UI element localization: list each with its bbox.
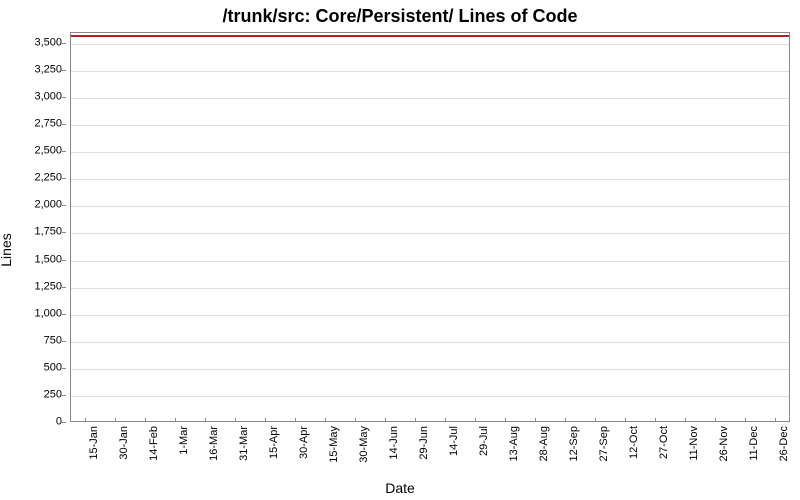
y-tick-mark: [62, 151, 66, 152]
x-tick-mark: [145, 418, 146, 422]
y-tick-mark: [62, 124, 66, 125]
x-tick-label: 29-Jun: [419, 426, 430, 460]
x-tick-label: 11-Nov: [689, 426, 700, 461]
x-tick-mark: [295, 418, 296, 422]
x-tick-mark: [415, 418, 416, 422]
gridline: [71, 233, 789, 234]
y-tick-label: 2,750: [34, 119, 62, 130]
y-tick-mark: [62, 287, 66, 288]
x-tick-label: 12-Sep: [569, 426, 580, 461]
x-tick-mark: [325, 418, 326, 422]
x-tick-mark: [685, 418, 686, 422]
x-tick-label: 15-Jan: [89, 426, 100, 460]
gridline: [71, 98, 789, 99]
series-line: [71, 35, 789, 37]
gridline: [71, 71, 789, 72]
x-tick-label: 13-Aug: [509, 426, 520, 461]
y-tick-mark: [62, 260, 66, 261]
y-tick-label: 3,250: [34, 64, 62, 75]
y-tick-label: 750: [44, 335, 62, 346]
x-tick-mark: [595, 418, 596, 422]
gridline: [71, 152, 789, 153]
x-tick-label: 28-Aug: [539, 426, 550, 461]
gridline: [71, 288, 789, 289]
gridline: [71, 125, 789, 126]
x-tick-label: 27-Sep: [599, 426, 610, 461]
x-tick-mark: [775, 418, 776, 422]
y-tick-mark: [62, 341, 66, 342]
x-tick-mark: [625, 418, 626, 422]
x-tick-label: 26-Nov: [719, 426, 730, 461]
x-tick-label: 27-Oct: [659, 426, 670, 459]
x-tick-label: 31-Mar: [239, 426, 250, 461]
x-tick-mark: [175, 418, 176, 422]
x-tick-mark: [535, 418, 536, 422]
y-tick-mark: [62, 232, 66, 233]
y-tick-label: 2,000: [34, 200, 62, 211]
y-tick-mark: [62, 97, 66, 98]
x-tick-mark: [205, 418, 206, 422]
x-tick-mark: [505, 418, 506, 422]
x-tick-label: 14-Jul: [449, 426, 460, 456]
y-tick-mark: [62, 70, 66, 71]
x-tick-mark: [115, 418, 116, 422]
x-tick-label: 14-Jun: [389, 426, 400, 460]
gridline: [71, 369, 789, 370]
gridline: [71, 44, 789, 45]
chart-container: /trunk/src: Core/Persistent/ Lines of Co…: [0, 0, 800, 500]
x-tick-mark: [655, 418, 656, 422]
y-tick-label: 3,000: [34, 92, 62, 103]
x-tick-mark: [475, 418, 476, 422]
y-tick-mark: [62, 43, 66, 44]
y-tick-label: 1,750: [34, 227, 62, 238]
x-tick-mark: [355, 418, 356, 422]
gridline: [71, 206, 789, 207]
x-tick-label: 29-Jul: [479, 426, 490, 456]
y-tick-label: 2,500: [34, 146, 62, 157]
gridline: [71, 396, 789, 397]
y-tick-label: 250: [44, 389, 62, 400]
y-tick-label: 1,500: [34, 254, 62, 265]
x-tick-label: 14-Feb: [149, 426, 160, 461]
y-tick-label: 1,000: [34, 308, 62, 319]
x-tick-mark: [715, 418, 716, 422]
x-tick-mark: [745, 418, 746, 422]
y-tick-mark: [62, 178, 66, 179]
x-tick-label: 1-Mar: [179, 426, 190, 455]
x-tick-label: 15-Apr: [269, 426, 280, 459]
gridline: [71, 342, 789, 343]
x-axis-ticks: 15-Jan 30-Jan 14-Feb 1-Mar 16-Mar 31-Mar 15-Ap…: [70, 422, 790, 482]
x-tick-label: 26-Dec: [779, 426, 790, 461]
gridline: [71, 179, 789, 180]
y-tick-mark: [62, 422, 66, 423]
x-tick-label: 30-Jan: [119, 426, 130, 460]
x-tick-mark: [445, 418, 446, 422]
x-tick-label: 15-May: [329, 426, 340, 463]
gridline: [71, 315, 789, 316]
y-tick-mark: [62, 314, 66, 315]
x-tick-label: 30-Apr: [299, 426, 310, 459]
plot-area: [70, 32, 790, 422]
y-tick-mark: [62, 395, 66, 396]
x-tick-mark: [85, 418, 86, 422]
x-tick-mark: [265, 418, 266, 422]
gridline: [71, 261, 789, 262]
x-tick-mark: [385, 418, 386, 422]
chart-title: /trunk/src: Core/Persistent/ Lines of Co…: [0, 6, 800, 27]
y-tick-label: 1,250: [34, 281, 62, 292]
y-tick-mark: [62, 205, 66, 206]
x-tick-label: 11-Dec: [749, 426, 760, 461]
y-tick-label: 500: [44, 362, 62, 373]
y-tick-label: 3,500: [34, 37, 62, 48]
y-tick-mark: [62, 368, 66, 369]
x-tick-mark: [565, 418, 566, 422]
x-tick-label: 12-Oct: [629, 426, 640, 459]
y-axis-ticks: 02505007501,0001,2501,5001,7502,0002,250…: [0, 32, 66, 422]
x-axis-label: Date: [0, 480, 800, 496]
x-tick-label: 16-Mar: [209, 426, 220, 461]
x-tick-mark: [235, 418, 236, 422]
x-tick-label: 30-May: [359, 426, 370, 463]
y-tick-label: 2,250: [34, 173, 62, 184]
